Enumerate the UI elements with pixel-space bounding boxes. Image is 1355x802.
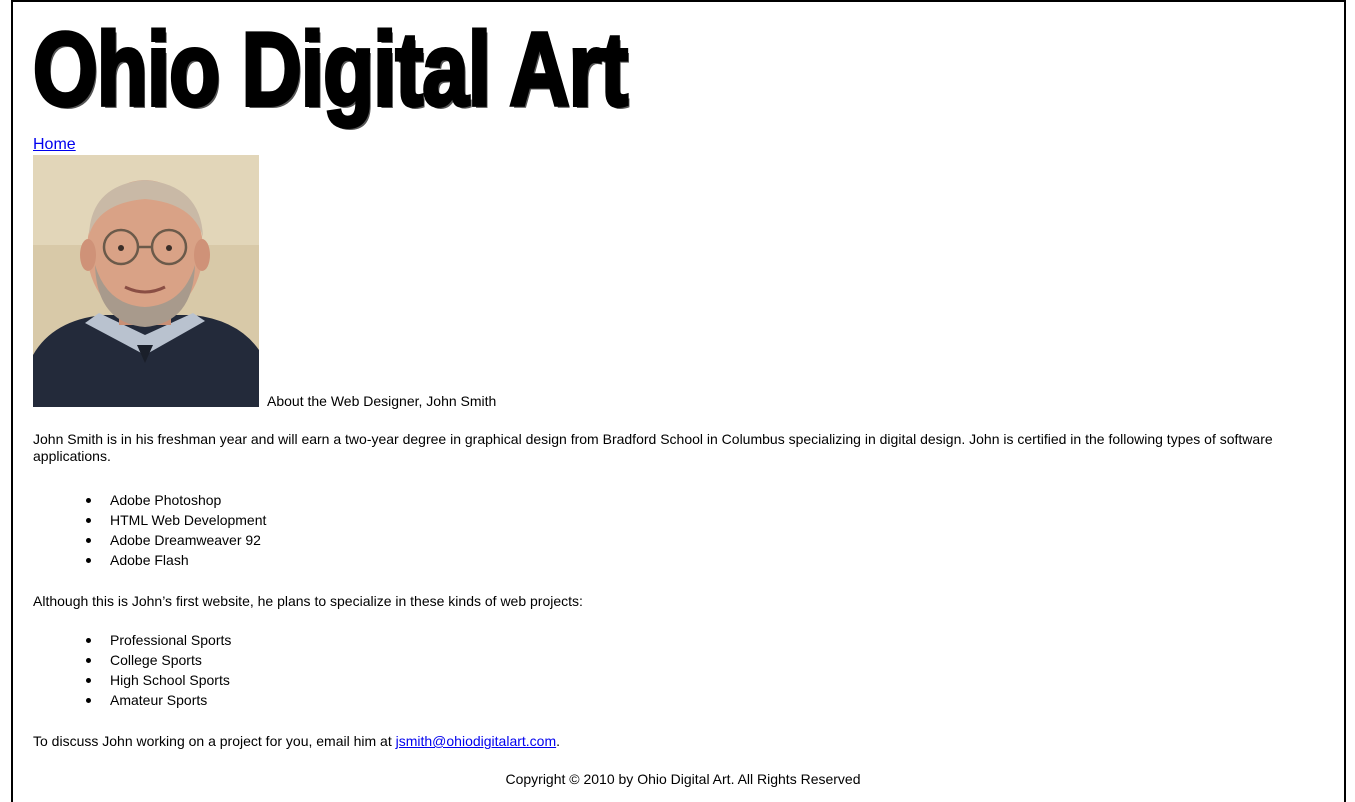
contact-prefix: To discuss John working on a project for… xyxy=(33,733,396,749)
list-item: Adobe Flash xyxy=(85,550,266,570)
list-item: Professional Sports xyxy=(85,632,232,648)
software-list: Adobe Photoshop HTML Web Development Ado… xyxy=(33,490,266,570)
home-link[interactable]: Home xyxy=(33,136,76,154)
list-item: High School Sports xyxy=(85,672,230,688)
list-item: HTML Web Development xyxy=(85,512,267,528)
email-link[interactable]: jsmith@ohiodigitalart.com xyxy=(396,733,557,749)
list-item: Adobe Photoshop xyxy=(85,490,266,510)
plans-paragraph: Although this is John’s first website, h… xyxy=(33,593,583,609)
contact-paragraph: To discuss John working on a project for… xyxy=(33,733,560,750)
list-item: Amateur Sports xyxy=(85,690,231,710)
site-logo: Ohio Digital Art xyxy=(31,10,629,130)
list-item: Adobe Dreamweaver 92 xyxy=(85,530,266,550)
about-heading: About the Web Designer, John Smith xyxy=(267,393,497,409)
intro-paragraph: John Smith is in his freshman year and w… xyxy=(33,431,1273,464)
list-item: College Sports xyxy=(85,650,231,670)
contact-suffix: . xyxy=(556,733,561,749)
projects-list: Professional Sports College Sports High … xyxy=(33,630,231,710)
designer-photo xyxy=(33,155,259,407)
copyright-footer: Copyright © 2010 by Ohio Digital Art. Al… xyxy=(505,771,861,787)
